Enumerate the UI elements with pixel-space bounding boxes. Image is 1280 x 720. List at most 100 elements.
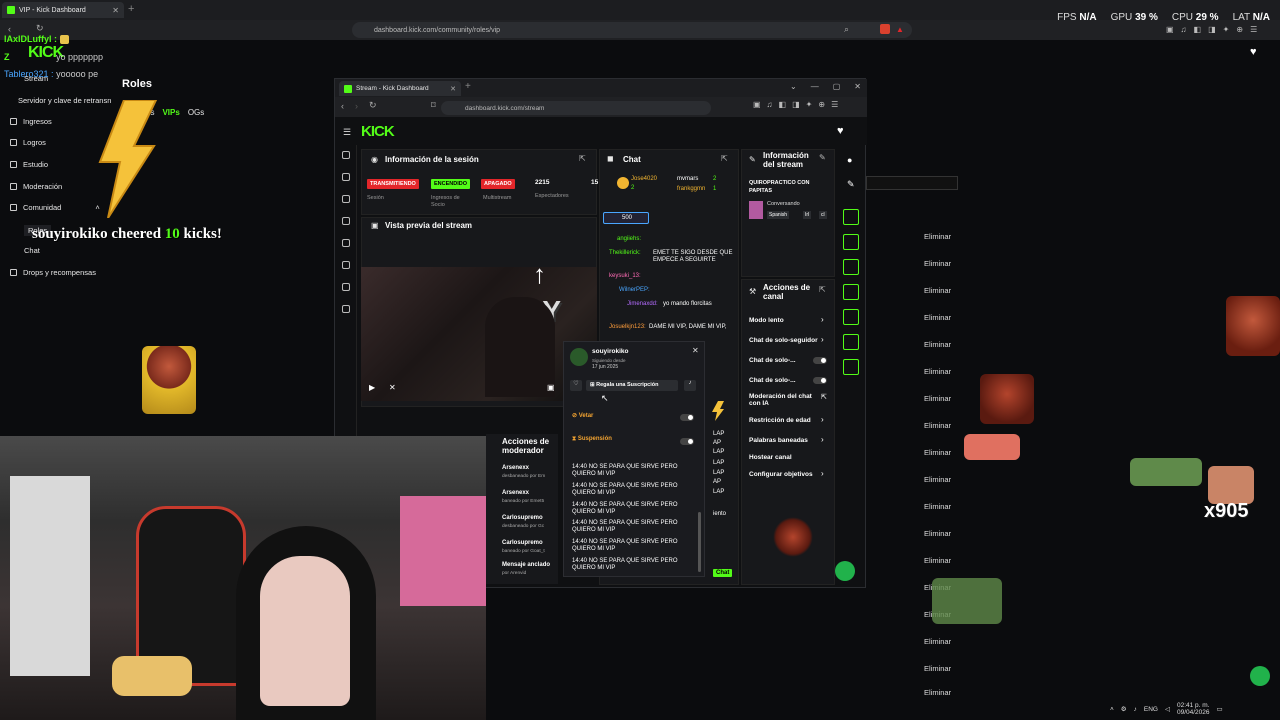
remove-button[interactable]: Eliminar xyxy=(924,232,951,241)
rail-trophy-icon[interactable] xyxy=(342,217,350,225)
maximize-icon[interactable]: ▢ xyxy=(833,82,841,91)
rail-link-icon[interactable] xyxy=(342,173,350,181)
back-icon[interactable]: ‹ xyxy=(8,24,11,34)
mod-entry-name[interactable]: Mensaje anclado xyxy=(502,562,550,568)
minimize-icon[interactable]: — xyxy=(811,82,819,91)
rail-action-button[interactable] xyxy=(843,209,859,225)
remove-button[interactable]: Eliminar xyxy=(924,688,951,697)
mod-entry-name[interactable]: Carlosupremo xyxy=(502,540,543,546)
chat-username[interactable]: Thekillerick: xyxy=(609,250,641,257)
rail-gift-icon[interactable] xyxy=(342,305,350,313)
forward-icon[interactable]: › xyxy=(355,101,358,111)
rail-action-button[interactable] xyxy=(843,359,859,375)
remove-button[interactable]: Eliminar xyxy=(924,556,951,565)
rewards-icon[interactable]: ▲ xyxy=(896,25,904,34)
tray-clock[interactable]: 02:41 p. m. 09/04/2026 xyxy=(1177,702,1210,716)
chevron-right-icon[interactable]: › xyxy=(821,315,824,324)
remove-button[interactable]: Eliminar xyxy=(924,421,951,430)
goals-item[interactable]: Configurar objetivos xyxy=(749,471,813,478)
sidebar-item-ingresos[interactable]: Ingresos xyxy=(10,117,52,126)
close-tab-icon[interactable]: ✕ xyxy=(112,6,119,15)
emote-only-toggle[interactable] xyxy=(813,377,827,384)
suspension-toggle[interactable] xyxy=(680,438,694,445)
remove-button[interactable]: Eliminar xyxy=(924,313,951,322)
chevron-right-icon[interactable]: › xyxy=(821,335,824,344)
chat-username[interactable]: Josuelkjn123: xyxy=(609,324,646,331)
top-user[interactable]: Jose4020 xyxy=(631,176,657,183)
rail-action-button[interactable] xyxy=(843,284,859,300)
back-icon[interactable]: ‹ xyxy=(341,101,344,111)
reload-icon[interactable]: ↻ xyxy=(36,23,44,34)
search-input[interactable] xyxy=(866,176,958,190)
remove-button[interactable]: Eliminar xyxy=(924,340,951,349)
sidebar-item-drops[interactable]: Drops y recompensas xyxy=(10,268,96,277)
chevron-right-icon[interactable]: › xyxy=(821,435,824,444)
tab-ogs[interactable]: OGs xyxy=(188,108,204,117)
popout-icon[interactable]: ⇱ xyxy=(721,154,728,163)
outer-url-bar[interactable]: dashboard.kick.com/community/roles/vip xyxy=(352,22,912,38)
notification-icon[interactable]: ▭ xyxy=(1217,705,1223,713)
rail-action-button[interactable] xyxy=(843,234,859,250)
pip-icon[interactable]: ▣ xyxy=(547,383,555,392)
rail-gavel-icon[interactable] xyxy=(342,261,350,269)
profile-icon[interactable]: ♥ xyxy=(837,125,844,137)
remove-button[interactable]: Eliminar xyxy=(924,394,951,403)
brave-shield-icon[interactable] xyxy=(880,24,890,34)
popout-icon[interactable]: ⇱ xyxy=(579,154,586,163)
rail-action-button[interactable] xyxy=(843,309,859,325)
rail-action-button[interactable] xyxy=(843,334,859,350)
banned-words-item[interactable]: Palabras baneadas xyxy=(749,437,808,444)
remove-button[interactable]: Eliminar xyxy=(924,637,951,646)
inner-tab-stream[interactable]: Stream - Kick Dashboard ✕ xyxy=(339,81,461,96)
remove-button[interactable]: Eliminar xyxy=(924,529,951,538)
popout-icon[interactable]: ⇱ xyxy=(819,285,826,294)
edit-icon[interactable]: ✎ xyxy=(819,153,826,162)
browser-toolbar-icons[interactable]: ▣♫◧◨✦⊕☰ xyxy=(753,100,844,109)
age-restriction-item[interactable]: Restricción de edad xyxy=(749,417,811,424)
sidebar-item-moderacion[interactable]: Moderación xyxy=(10,182,62,191)
host-channel-item[interactable]: Hostear canal xyxy=(749,454,792,461)
mute-icon[interactable]: ✕ xyxy=(389,383,396,392)
close-icon[interactable]: ✕ xyxy=(692,346,699,355)
mic-icon[interactable]: ♪ xyxy=(1134,706,1137,713)
close-tab-icon[interactable]: ✕ xyxy=(450,85,456,93)
mod-entry-name[interactable]: Arsenexx xyxy=(502,490,529,496)
followers-only-item[interactable]: Chat de solo-seguidor xyxy=(749,337,818,344)
mic-icon[interactable]: ♪ xyxy=(684,380,696,391)
edit-icon[interactable]: ✎ xyxy=(847,179,855,190)
refresh-fab-icon[interactable] xyxy=(1250,666,1270,686)
slow-mode-item[interactable]: Modo lento xyxy=(749,317,784,324)
tray-lang[interactable]: ENG xyxy=(1144,706,1158,713)
popout-icon[interactable]: ⇱ xyxy=(821,393,827,401)
chevron-right-icon[interactable]: › xyxy=(821,415,824,424)
rail-community-icon[interactable] xyxy=(342,283,350,291)
remove-button[interactable]: Eliminar xyxy=(924,448,951,457)
tray-chevron-icon[interactable]: ˄ xyxy=(1110,706,1114,713)
ai-moderation-item[interactable]: Moderación del chat con IA xyxy=(749,393,819,407)
reload-icon[interactable]: ↻ xyxy=(369,100,377,111)
remove-button[interactable]: Eliminar xyxy=(924,664,951,673)
sidebar-item-logros[interactable]: Logros xyxy=(10,138,46,147)
close-window-icon[interactable]: ✕ xyxy=(854,82,861,91)
tray-icon[interactable]: ⚙ xyxy=(1121,705,1127,713)
scrollbar[interactable] xyxy=(698,512,701,572)
top-user[interactable]: frankggmn xyxy=(677,186,705,193)
rail-action-button[interactable] xyxy=(843,259,859,275)
sidebar-item-comunidad[interactable]: Comunidad ˄ xyxy=(10,203,100,212)
remove-button[interactable]: Eliminar xyxy=(924,475,951,484)
gift-subscription-button[interactable]: ⊞ Regala una Suscripción xyxy=(586,380,678,391)
chat-username[interactable]: WilnerPEP: xyxy=(619,287,650,294)
menu-icon[interactable]: ☰ xyxy=(343,127,351,138)
rail-studio-icon[interactable] xyxy=(342,239,350,247)
refresh-fab-icon[interactable] xyxy=(835,561,855,581)
profile-icon[interactable]: ♥ xyxy=(1250,46,1257,58)
top-user[interactable]: mvmars xyxy=(677,176,698,183)
remove-button[interactable]: Eliminar xyxy=(924,286,951,295)
browser-toolbar-icons[interactable]: ▣♫◧◨✦⊕☰ xyxy=(1166,25,1264,34)
inner-url-bar[interactable]: dashboard.kick.com/stream xyxy=(441,101,711,115)
chat-username[interactable]: keysuki_13: xyxy=(609,273,641,280)
stream-preview-video[interactable]: ↑ GAY ▶ ✕ ▣ ⛶ xyxy=(361,267,597,401)
new-tab-icon[interactable]: + xyxy=(465,81,471,92)
chevron-right-icon[interactable]: › xyxy=(821,469,824,478)
outer-tab-vip[interactable]: VIP - Kick Dashboard ✕ xyxy=(2,2,124,18)
